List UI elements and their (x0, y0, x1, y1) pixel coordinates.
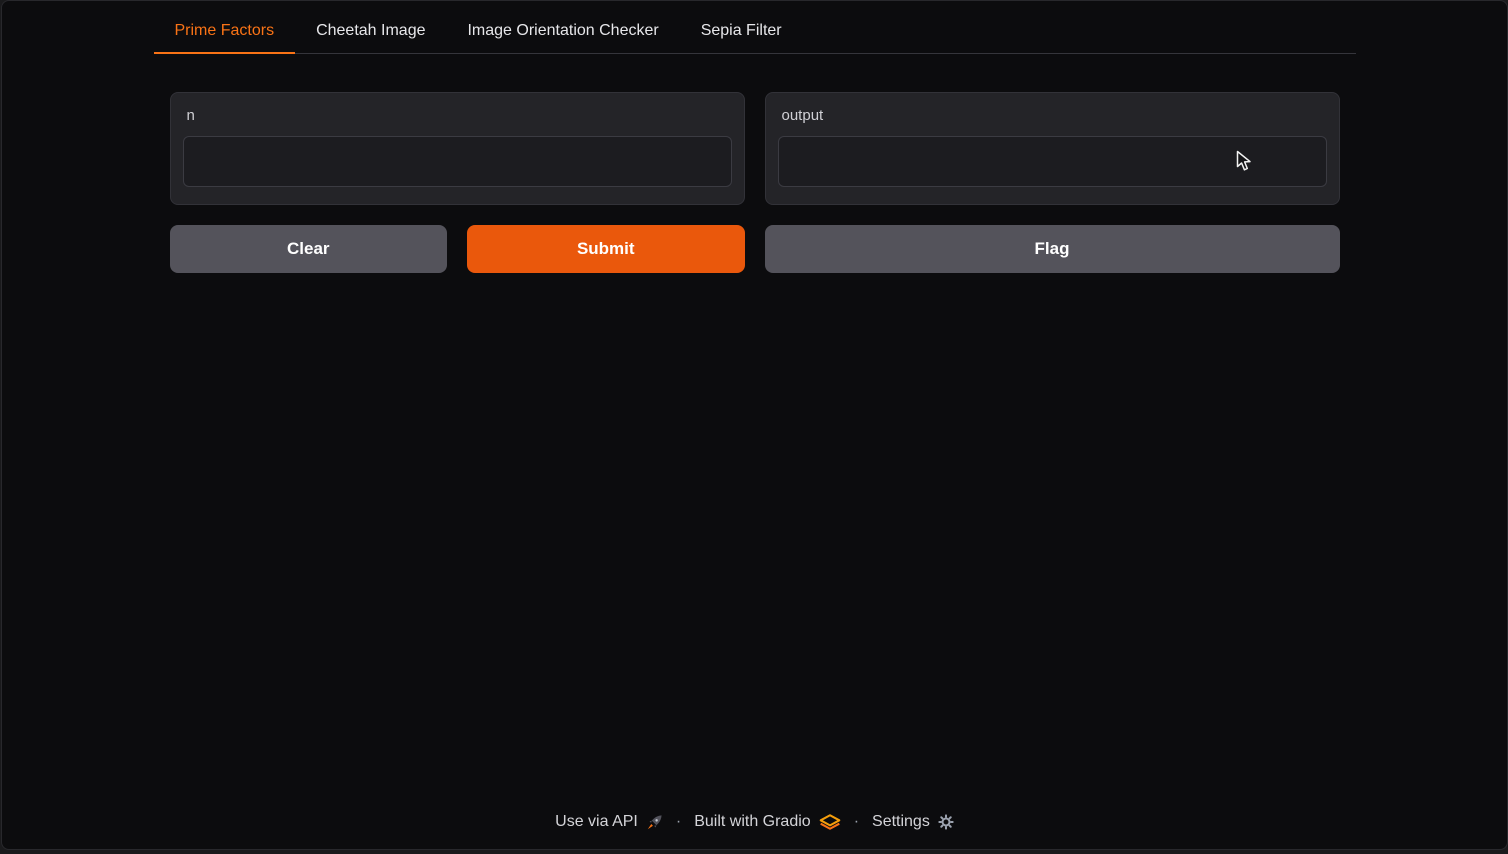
clear-button[interactable]: Clear (170, 225, 448, 273)
tab-cheetah-image[interactable]: Cheetah Image (295, 11, 446, 54)
tab-image-orientation-checker[interactable]: Image Orientation Checker (446, 11, 679, 54)
settings-link[interactable]: Settings (872, 813, 954, 831)
n-label: n (187, 107, 732, 124)
built-with-gradio-link[interactable]: Built with Gradio (694, 813, 841, 831)
rocket-icon (646, 814, 663, 831)
gear-icon (938, 814, 954, 830)
n-textbox[interactable] (183, 136, 732, 187)
footer: Use via API · Built with Gradio · (2, 813, 1507, 831)
built-with-gradio-label: Built with Gradio (694, 813, 811, 831)
use-via-api-link[interactable]: Use via API (555, 813, 663, 831)
output-textbox[interactable] (778, 136, 1327, 187)
tab-prime-factors[interactable]: Prime Factors (154, 11, 296, 54)
input-panel: n (170, 92, 745, 205)
tab-sepia-filter[interactable]: Sepia Filter (680, 11, 803, 54)
gradio-logo-icon (819, 814, 841, 830)
footer-separator: · (854, 813, 859, 831)
submit-button[interactable]: Submit (467, 225, 745, 273)
tab-bar: Prime Factors Cheetah Image Image Orient… (154, 11, 1356, 54)
gradio-app: Prime Factors Cheetah Image Image Orient… (1, 0, 1508, 850)
footer-separator: · (676, 813, 681, 831)
output-label: output (782, 107, 1327, 124)
output-panel: output (765, 92, 1340, 205)
settings-label: Settings (872, 813, 930, 831)
use-via-api-label: Use via API (555, 813, 638, 831)
flag-button[interactable]: Flag (765, 225, 1340, 273)
